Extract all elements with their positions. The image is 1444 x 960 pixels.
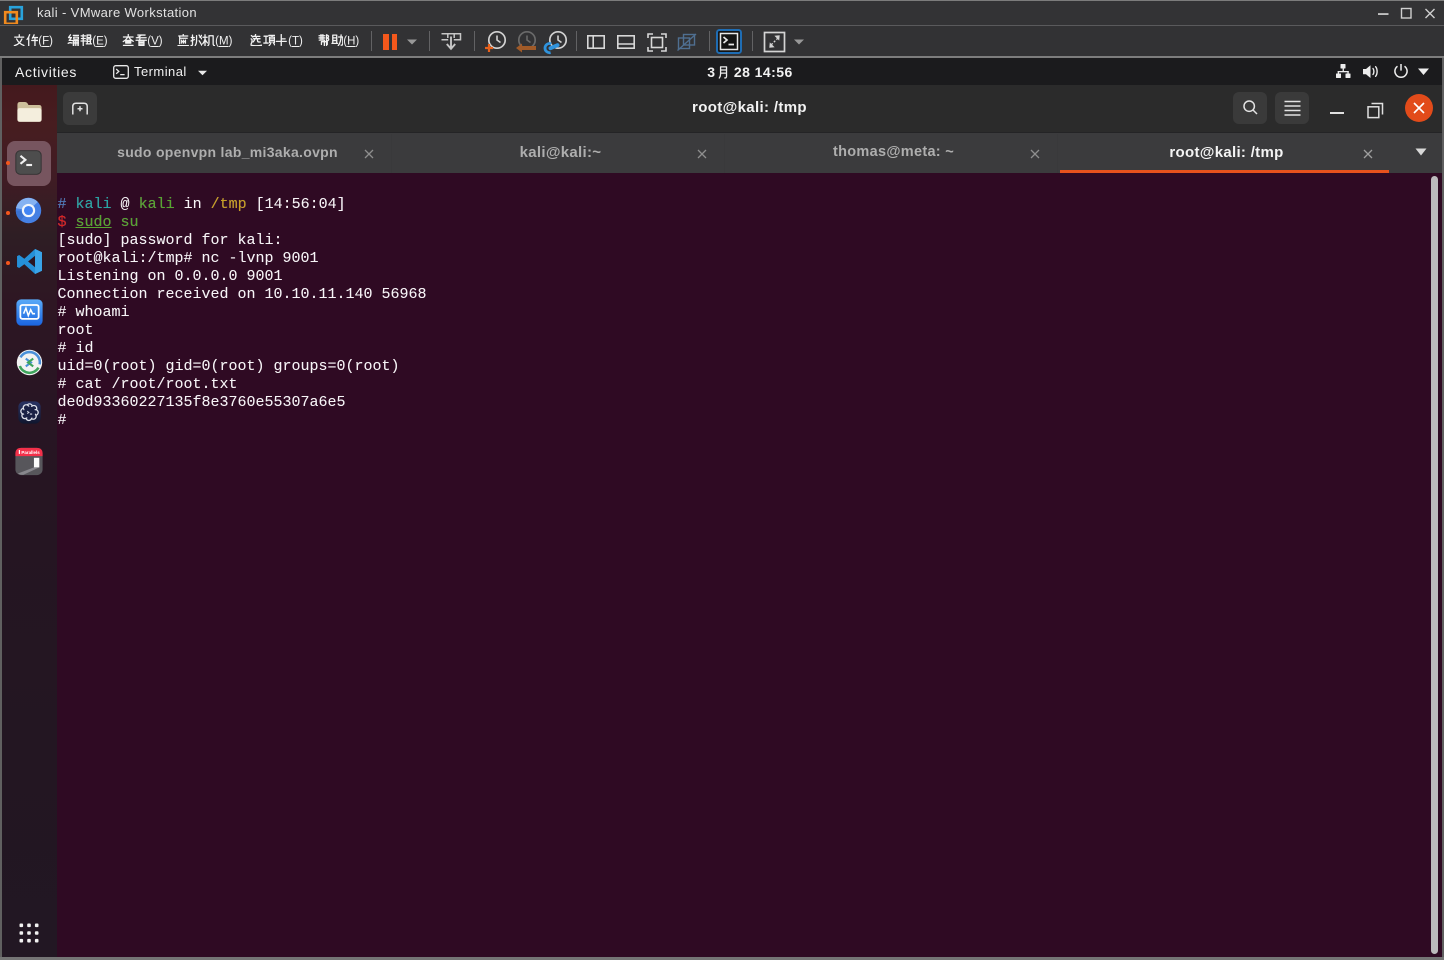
svg-text:Parallels: Parallels [21,450,40,455]
